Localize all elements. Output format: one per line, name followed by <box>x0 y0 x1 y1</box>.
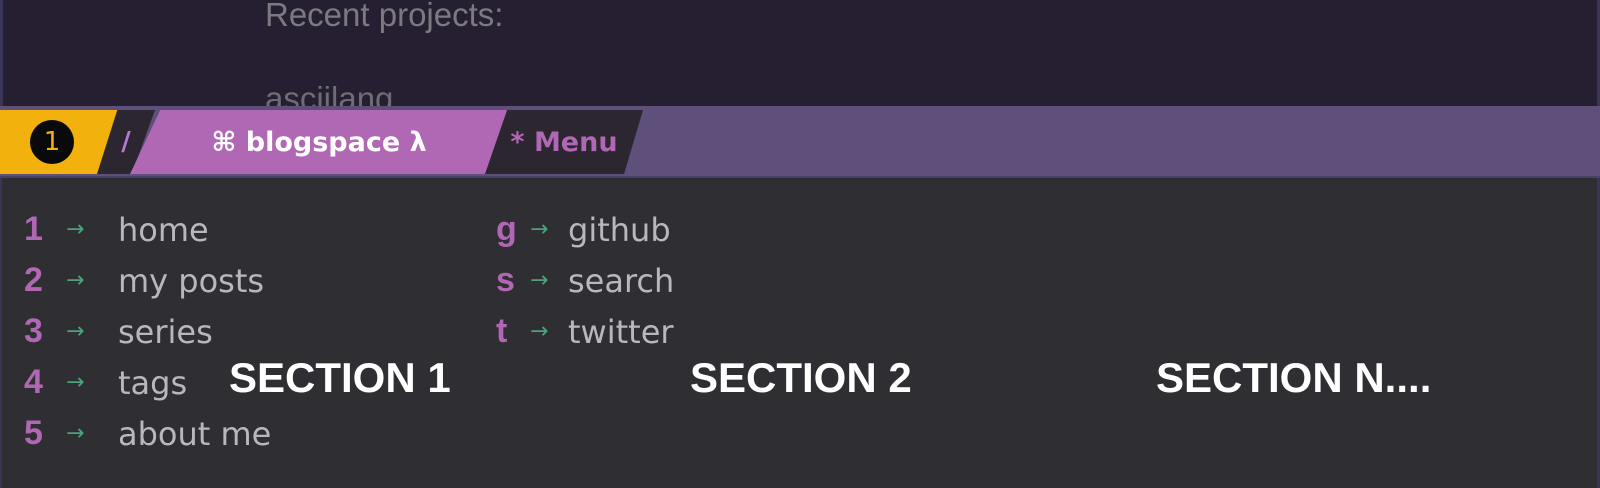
menu-key: 4 <box>24 363 43 401</box>
menu-key: s <box>496 261 515 299</box>
arrow-right-icon: → <box>66 421 85 446</box>
menu-item-label: github <box>568 210 671 249</box>
buffer-name-segment: ⌘ blogspace λ <box>130 110 508 174</box>
arrow-right-icon: → <box>66 319 85 344</box>
window-left-border <box>0 0 3 106</box>
menu-item-home[interactable]: 1 → home <box>24 204 271 255</box>
menu-column-2: g → github s → search t → twitter <box>496 204 674 357</box>
menu-item-label: my posts <box>118 261 265 300</box>
buffer-name: ⌘ blogspace λ <box>211 126 427 158</box>
modeline: 1 / ⌘ blogspace λ * Menu <box>0 106 1600 178</box>
arrow-right-icon: → <box>530 217 549 242</box>
menu-label: * Menu <box>510 126 618 158</box>
arrow-right-icon: → <box>530 268 549 293</box>
menu-segment: * Menu <box>485 110 643 174</box>
menu-item-label: search <box>568 261 675 300</box>
menu-item-label: series <box>118 312 213 351</box>
arrow-right-icon: → <box>66 217 85 242</box>
which-key-menu: 1 → home 2 → my posts 3 → series 4 → tag… <box>0 178 1600 488</box>
menu-column-1: 1 → home 2 → my posts 3 → series 4 → tag… <box>24 204 271 459</box>
menu-item-series[interactable]: 3 → series <box>24 306 271 357</box>
menu-key: 1 <box>24 210 43 248</box>
window-left-border <box>0 178 2 488</box>
menu-item-label: tags <box>118 363 188 402</box>
menu-item-about-me[interactable]: 5 → about me <box>24 408 271 459</box>
menu-key: t <box>496 312 508 350</box>
editor-buffer-area: Recent projects: asciilang <box>0 0 1600 106</box>
menu-key: g <box>496 210 517 248</box>
menu-item-search[interactable]: s → search <box>496 255 674 306</box>
section-1-annotation: SECTION 1 <box>229 354 451 401</box>
slash-label: / <box>121 127 131 157</box>
arrow-right-icon: → <box>530 319 549 344</box>
menu-item-github[interactable]: g → github <box>496 204 674 255</box>
arrow-right-icon: → <box>66 370 85 395</box>
menu-key: 3 <box>24 312 43 350</box>
menu-key: 2 <box>24 261 43 299</box>
section-n-annotation: SECTION N.... <box>1156 354 1432 401</box>
window-number-badge: 1 <box>30 120 74 164</box>
section-2-annotation: SECTION 2 <box>690 354 912 401</box>
menu-item-label: about me <box>118 414 272 453</box>
menu-key: 5 <box>24 414 43 452</box>
recent-project-item[interactable]: asciilang <box>265 80 393 106</box>
menu-item-label: twitter <box>568 312 674 351</box>
arrow-right-icon: → <box>66 268 85 293</box>
menu-item-label: home <box>118 210 209 249</box>
menu-item-twitter[interactable]: t → twitter <box>496 306 674 357</box>
recent-projects-label: Recent projects: <box>265 0 504 33</box>
menu-item-my-posts[interactable]: 2 → my posts <box>24 255 271 306</box>
